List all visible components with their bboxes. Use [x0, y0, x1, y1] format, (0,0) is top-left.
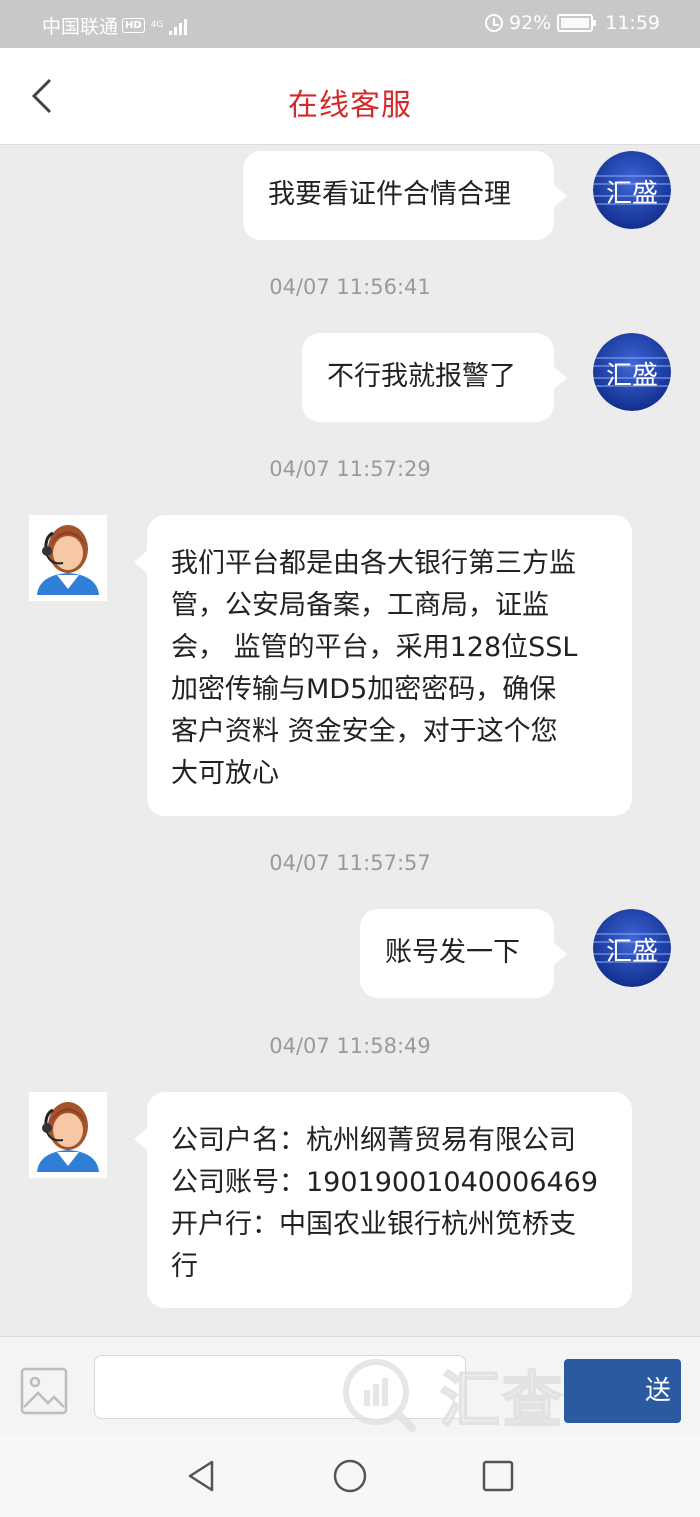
page-title: 在线客服	[288, 88, 412, 123]
agent-avatar[interactable]	[29, 515, 107, 601]
alarm-icon	[485, 14, 503, 32]
status-left: 中国联通 HD 4G	[42, 12, 188, 39]
signal-icon	[169, 17, 188, 35]
system-nav-bar	[0, 1434, 700, 1517]
message-text: 账号发一下	[385, 937, 520, 968]
message-text: 我们平台都是由各大银行第三方监 管，公安局备案，工商局，证监 会， 监管的平台，…	[171, 548, 578, 789]
user-avatar-text: 汇盛	[605, 179, 658, 209]
message-bubble-user: 账号发一下	[360, 909, 567, 998]
user-avatar-text: 汇盛	[605, 361, 658, 391]
network-type: 4G	[150, 20, 164, 30]
message-bubble-agent: 公司户名：杭州纲菁贸易有限公司 公司账号：19019001040006469 开…	[134, 1092, 632, 1308]
message-bubble-agent: 我们平台都是由各大银行第三方监 管，公安局备案，工商局，证监 会， 监管的平台，…	[134, 515, 632, 816]
message-text: 不行我就报警了	[327, 361, 516, 392]
hd-badge: HD	[122, 18, 145, 33]
carrier-name: 中国联通	[42, 16, 119, 38]
user-avatar[interactable]: 汇盛	[593, 909, 671, 987]
message-text: 我要看证件合情合理	[268, 179, 511, 210]
send-button[interactable]: 送	[564, 1359, 681, 1423]
nav-back-icon[interactable]	[182, 1456, 222, 1496]
user-avatar-text: 汇盛	[605, 937, 658, 967]
message-bubble-user: 不行我就报警了	[302, 333, 567, 422]
input-bar: 送	[0, 1336, 700, 1434]
nav-home-icon[interactable]	[330, 1456, 370, 1496]
message-timestamp: 04/07 11:58:49	[269, 1034, 431, 1058]
battery-percent: 92%	[509, 12, 552, 34]
agent-avatar[interactable]	[29, 1092, 107, 1178]
battery-icon	[557, 14, 597, 32]
status-time: 11:59	[605, 12, 660, 34]
image-picker-icon[interactable]	[20, 1367, 68, 1415]
status-bar: 中国联通 HD 4G 92% 11:59	[0, 0, 700, 48]
message-bubble-user: 我要看证件合情合理	[243, 151, 567, 240]
message-timestamp: 04/07 11:56:41	[269, 275, 431, 299]
user-avatar[interactable]: 汇盛	[593, 151, 671, 229]
chat-area[interactable]: 我要看证件合情合理 汇盛 04/07 11:56:41 不行我就报警了 汇盛 0…	[0, 145, 700, 1335]
nav-recents-icon[interactable]	[478, 1456, 518, 1496]
message-timestamp: 04/07 11:57:29	[269, 457, 431, 481]
message-text: 公司户名：杭州纲菁贸易有限公司 公司账号：19019001040006469 开…	[171, 1125, 599, 1282]
status-right: 92% 11:59	[485, 12, 660, 34]
user-avatar[interactable]: 汇盛	[593, 333, 671, 411]
message-timestamp: 04/07 11:57:57	[269, 851, 431, 875]
message-input[interactable]	[94, 1355, 466, 1419]
nav-bar: 在线客服	[0, 48, 700, 145]
